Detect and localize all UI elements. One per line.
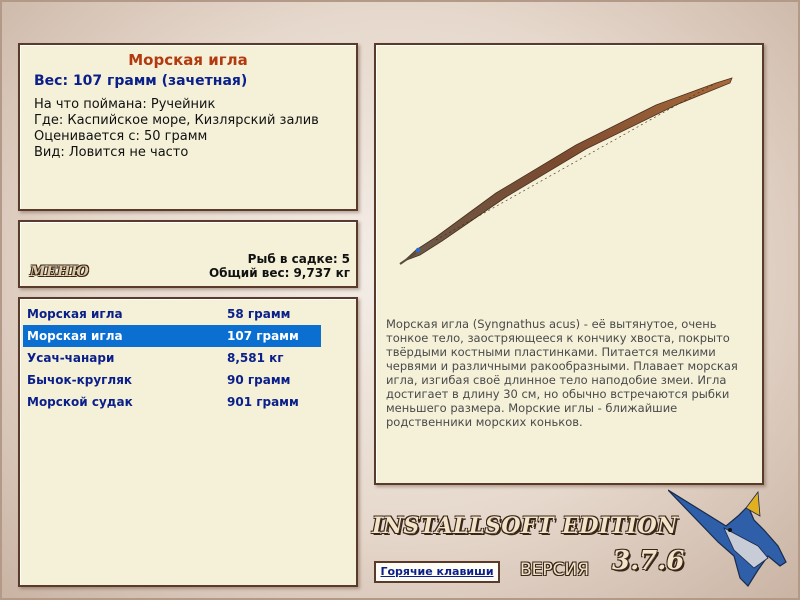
detail-min-weight: Оценивается с: 50 грамм	[34, 129, 208, 144]
total-weight-label: Общий вес:	[208, 266, 290, 280]
fish-snout	[399, 252, 417, 265]
detail-location: Где: Каспийское море, Кизлярский залив	[34, 113, 319, 128]
fish-picture-panel: Морская игла (Syngnathus acus) - её вытя…	[374, 43, 764, 485]
fish-weight: Вес: 107 грамм (зачетная)	[34, 73, 248, 89]
catch-row[interactable]: Усач-чанари 8,581 кг	[23, 347, 321, 369]
catch-row[interactable]: Бычок-кругляк 90 грамм	[23, 369, 321, 391]
menu-button[interactable]: МЕНЮ	[30, 264, 89, 280]
fish-count-value: 5	[341, 252, 350, 266]
catch-weight: 58 грамм	[227, 307, 291, 321]
fish-info-panel: Морская игла Вес: 107 грамм (зачетная) Н…	[18, 43, 358, 211]
catch-name: Усач-чанари	[27, 351, 115, 365]
total-weight-line: Общий вес: 9,737 кг	[209, 266, 350, 280]
keepnet-stats-panel: МЕНЮ Рыб в садке: 5 Общий вес: 9,737 кг	[18, 220, 358, 288]
catch-name: Морская игла	[27, 307, 123, 321]
catch-name: Бычок-кругляк	[27, 373, 133, 387]
catch-row-selected[interactable]: Морская игла 107 грамм	[23, 325, 321, 347]
detail-bait: На что поймана: Ручейник	[34, 97, 216, 112]
total-weight-value: 9,737 кг	[293, 266, 350, 280]
fish-eye	[415, 247, 421, 253]
fish-count-label: Рыб в садке:	[247, 252, 338, 266]
catch-weight: 8,581 кг	[227, 351, 284, 365]
version-label: ВЕРСИЯ	[520, 560, 590, 580]
catch-name: Морская игла	[27, 329, 123, 343]
marlin-icon	[668, 489, 787, 587]
catch-weight: 107 грамм	[227, 329, 299, 343]
pipefish-image	[399, 77, 733, 265]
hotkeys-link[interactable]: Горячие клавиши	[374, 561, 500, 583]
fish-description: Морская игла (Syngnathus acus) - её вытя…	[386, 317, 738, 429]
detail-rarity: Вид: Ловится не часто	[34, 145, 189, 160]
catch-weight: 90 грамм	[227, 373, 291, 387]
catch-weight: 901 грамм	[227, 395, 299, 409]
fish-count-line: Рыб в садке: 5	[248, 252, 350, 266]
fish-details: На что поймана: Ручейник Где: Каспийское…	[20, 97, 356, 161]
catch-name: Морской судак	[27, 395, 133, 409]
catch-row[interactable]: Морская игла 58 грамм	[23, 303, 321, 325]
fish-title: Морская игла	[128, 51, 248, 69]
catch-list-panel: Морская игла 58 грамм Морская игла 107 г…	[18, 297, 358, 587]
edition-logo: INSTALLSOFT EDITION	[372, 513, 678, 539]
catch-row[interactable]: Морской судак 901 грамм	[23, 391, 321, 413]
